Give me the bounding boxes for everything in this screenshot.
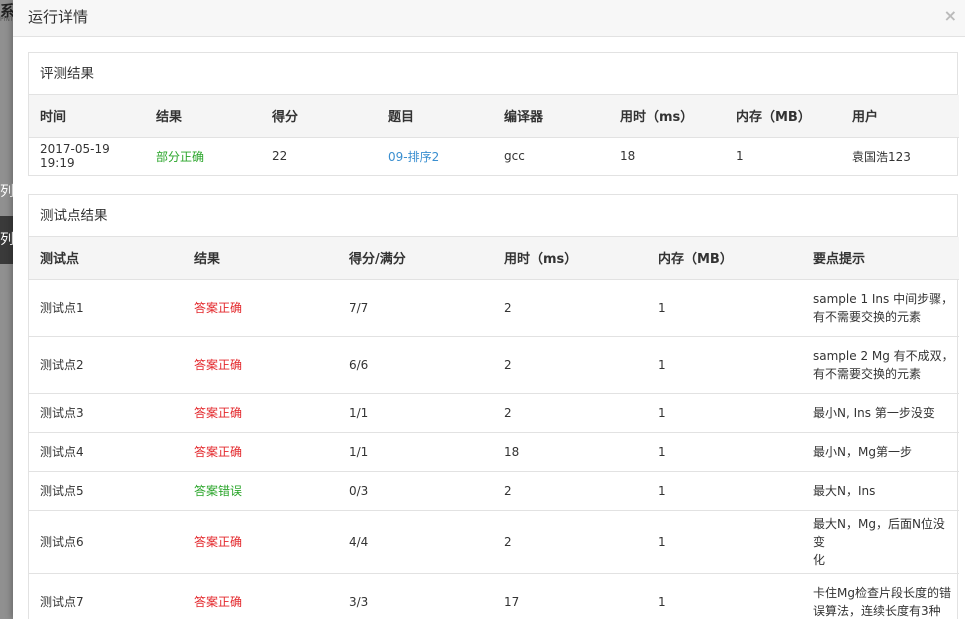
hint-line: sample 1 Ins 中间步骤，: [813, 291, 954, 306]
problem-link[interactable]: 09-排序2: [377, 137, 493, 175]
column-header: 要点提示: [802, 237, 959, 280]
testcase-panel: 测试点结果 测试点 结果 得分/满分 用时（ms） 内存（MB） 要点提示 测试…: [28, 194, 959, 619]
hint-line: sample 2 Mg 有不成双，: [813, 348, 954, 363]
modal-title: 运行详情: [28, 8, 89, 26]
testcase-memory: 1: [647, 471, 802, 511]
testcase-time: 17: [504, 594, 520, 609]
testcase-panel-heading: 测试点结果: [29, 195, 957, 237]
testcase-result: 答案正确: [183, 510, 338, 574]
testcase-hint: 最小N，Mg第一步: [802, 432, 959, 472]
testcase-name: 测试点4: [29, 432, 183, 472]
hint-line: 最大N，Mg，后面N位没变: [813, 516, 945, 549]
testcase-row: 测试点6 答案正确 4/4 2 1 最大N，Mg，后面N位没变化: [29, 510, 959, 574]
testcase-hint: 卡住Mg检查片段长度的错 误算法，连续长度有3种: [802, 573, 959, 619]
testcase-score: 1/1: [338, 432, 493, 472]
testcase-score: 0/3: [338, 471, 493, 511]
time-ms: 18: [620, 149, 636, 164]
testcase-name: 测试点2: [29, 336, 183, 394]
testcase-hint: 最小N, Ins 第一步没变: [802, 393, 959, 433]
column-header: 题目: [377, 95, 493, 138]
column-header: 得分/满分: [338, 237, 493, 280]
hint-line: 最小N，Mg第一步: [813, 444, 912, 459]
background-nav-item-active: 列: [0, 216, 14, 264]
testcase-result: 答案错误: [183, 471, 338, 511]
background-strip: [0, 0, 14, 619]
result-row: 2017-05-19 19:19 部分正确 22 09-排序2 gcc 18 1…: [29, 137, 959, 175]
hint-line: 卡住Mg检查片段长度的错: [813, 585, 951, 600]
testcase-score: 7/7: [338, 279, 493, 337]
column-header: 得分: [261, 95, 377, 138]
result-table: 时间 结果 得分 题目 编译器 用时（ms） 内存（MB） 用户 2017-05…: [29, 95, 959, 175]
hint-line: 误算法，连续长度有3种: [813, 603, 941, 618]
column-header: 用户: [841, 95, 959, 138]
testcase-memory: 1: [647, 393, 802, 433]
result-panel-heading: 评测结果: [29, 53, 957, 95]
testcase-result: 答案正确: [183, 279, 338, 337]
testcase-hint: 最大N，Ins: [802, 471, 959, 511]
testcase-row: 测试点1 答案正确 7/7 2 1 sample 1 Ins 中间步骤， 有不需要…: [29, 279, 959, 337]
testcase-row: 测试点2 答案正确 6/6 2 1 sample 2 Mg 有不成双， 有不需要交…: [29, 336, 959, 394]
testcase-result: 答案正确: [183, 336, 338, 394]
testcase-time: 2: [493, 279, 647, 337]
column-header: 内存（MB）: [647, 237, 802, 280]
testcase-time: 2: [493, 393, 647, 433]
testcase-time: 2: [493, 510, 647, 574]
testcase-memory: 1: [647, 279, 802, 337]
run-details-modal: 运行详情 × 评测结果 时间 结果 得分 题目 编译器 用时（ms） 内存（MB…: [13, 0, 965, 619]
testcase-score: 6/6: [338, 336, 493, 394]
compiler: gcc: [504, 149, 525, 164]
hint-line: 化: [813, 552, 826, 567]
column-header: 内存（MB）: [725, 95, 841, 138]
hint-line: 最大N，Ins: [813, 483, 876, 498]
column-header: 用时（ms）: [493, 237, 647, 280]
modal-header: 运行详情 ×: [13, 0, 965, 37]
testcase-memory: 1: [647, 432, 802, 472]
testcase-time: 2: [493, 471, 647, 511]
hint-line: 最小N, Ins 第一步没变: [813, 405, 935, 420]
testcase-row: 测试点4 答案正确 1/1 18 1 最小N，Mg第一步: [29, 432, 959, 472]
result-status: 部分正确: [156, 149, 205, 164]
testcase-memory: 1: [647, 510, 802, 574]
background-nav-item: 列: [0, 184, 14, 200]
close-icon[interactable]: ×: [944, 6, 957, 25]
testcase-result: 答案正确: [183, 393, 338, 433]
testcase-memory: 1: [647, 336, 802, 394]
testcase-name: 测试点6: [29, 510, 183, 574]
column-header: 测试点: [29, 237, 183, 280]
testcase-score: 1/1: [338, 393, 493, 433]
submit-time: 2017-05-19 19:19: [40, 142, 110, 171]
testcase-result: 答案正确: [194, 595, 243, 610]
hint-line: 有不需要交换的元素: [813, 309, 922, 324]
result-panel: 评测结果 时间 结果 得分 题目 编译器 用时（ms） 内存（MB） 用户 20…: [28, 52, 959, 176]
user-name: 袁国浩123: [852, 149, 911, 164]
testcase-name: 测试点5: [29, 471, 183, 511]
testcase-row: 测试点3 答案正确 1/1 2 1 最小N, Ins 第一步没变: [29, 393, 959, 433]
testcase-header-row: 测试点 结果 得分/满分 用时（ms） 内存（MB） 要点提示: [29, 237, 959, 280]
testcase-hint: sample 2 Mg 有不成双， 有不需要交换的元素: [802, 336, 959, 394]
column-header: 时间: [29, 95, 145, 138]
testcase-time: 18: [493, 432, 647, 472]
hint-line: 有不需要交换的元素: [813, 366, 922, 381]
testcase-name: 测试点3: [29, 393, 183, 433]
memory-mb: 1: [736, 149, 744, 164]
testcase-hint: 最大N，Mg，后面N位没变化: [802, 510, 959, 574]
testcase-name: 测试点7: [40, 595, 84, 610]
testcase-row: 测试点5 答案错误 0/3 2 1 最大N，Ins: [29, 471, 959, 511]
testcase-memory: 1: [658, 594, 666, 609]
column-header: 编译器: [493, 95, 609, 138]
testcase-score: 4/4: [338, 510, 493, 574]
background-subtitle: PINTA: [0, 16, 14, 23]
testcase-score: 3/3: [349, 594, 369, 609]
testcase-name: 测试点1: [29, 279, 183, 337]
score: 22: [272, 149, 288, 164]
result-header-row: 时间 结果 得分 题目 编译器 用时（ms） 内存（MB） 用户: [29, 95, 959, 138]
testcase-time: 2: [493, 336, 647, 394]
testcase-table: 测试点 结果 得分/满分 用时（ms） 内存（MB） 要点提示 测试点1 答案正…: [29, 237, 959, 619]
testcase-hint: sample 1 Ins 中间步骤， 有不需要交换的元素: [802, 279, 959, 337]
testcase-row: 测试点7 答案正确 3/3 17 1 卡住Mg检查片段长度的错 误算法，连续长度有…: [29, 573, 959, 619]
column-header: 结果: [183, 237, 338, 280]
column-header: 结果: [145, 95, 261, 138]
testcase-result: 答案正确: [183, 432, 338, 472]
column-header: 用时（ms）: [609, 95, 725, 138]
